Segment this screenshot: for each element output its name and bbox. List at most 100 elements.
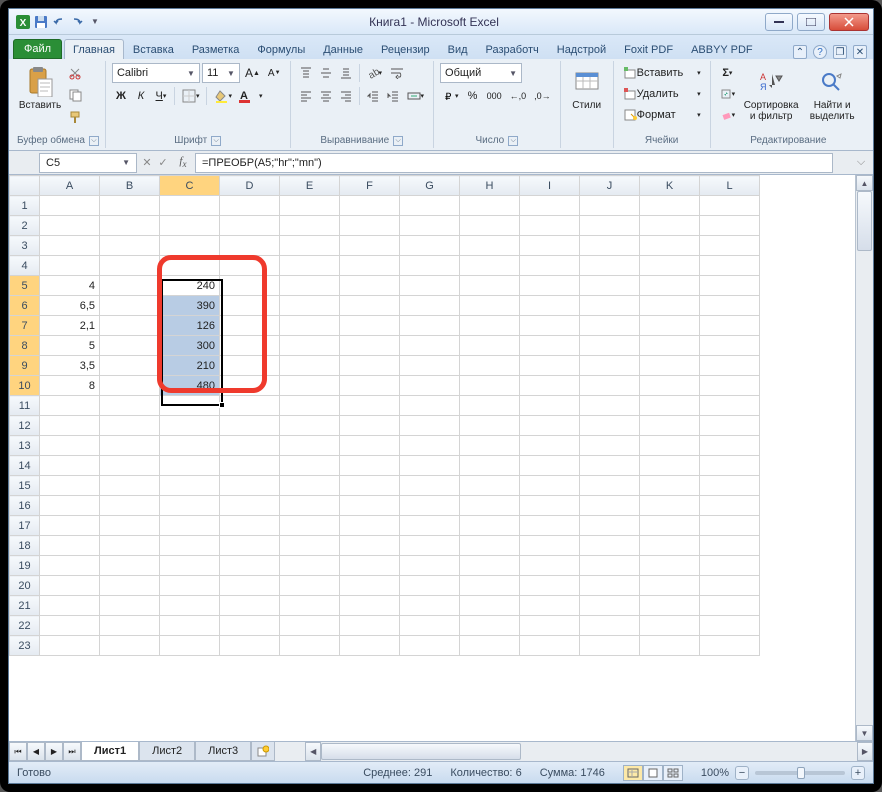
percent-button[interactable]: % xyxy=(464,86,482,106)
column-header[interactable]: B xyxy=(100,176,160,196)
name-box[interactable]: C5▼ xyxy=(39,153,137,173)
wrap-text-button[interactable] xyxy=(387,63,407,83)
cell[interactable] xyxy=(280,436,340,456)
cell[interactable] xyxy=(580,556,640,576)
cell[interactable] xyxy=(520,496,580,516)
cell[interactable] xyxy=(100,196,160,216)
cell[interactable] xyxy=(580,196,640,216)
shrink-font-button[interactable]: A▼ xyxy=(265,63,284,83)
cell[interactable] xyxy=(280,296,340,316)
cell[interactable] xyxy=(220,496,280,516)
cell[interactable] xyxy=(100,516,160,536)
cell[interactable] xyxy=(280,236,340,256)
cell[interactable] xyxy=(700,536,760,556)
cell[interactable] xyxy=(580,396,640,416)
cell[interactable] xyxy=(40,516,100,536)
cell[interactable] xyxy=(520,556,580,576)
cell[interactable] xyxy=(400,516,460,536)
cell[interactable] xyxy=(700,216,760,236)
cell[interactable] xyxy=(400,416,460,436)
cell[interactable] xyxy=(220,236,280,256)
cell[interactable] xyxy=(580,316,640,336)
cell[interactable] xyxy=(520,336,580,356)
cell[interactable] xyxy=(400,436,460,456)
cell[interactable] xyxy=(700,196,760,216)
cell[interactable] xyxy=(280,216,340,236)
cell[interactable] xyxy=(100,616,160,636)
find-select-button[interactable]: Найти и выделить xyxy=(804,63,860,125)
cell[interactable] xyxy=(160,576,220,596)
cell[interactable]: 126 xyxy=(160,316,220,336)
cell[interactable] xyxy=(220,396,280,416)
font-name-combo[interactable]: Calibri▼ xyxy=(112,63,200,83)
cell[interactable] xyxy=(460,636,520,656)
cell[interactable] xyxy=(580,436,640,456)
cell[interactable] xyxy=(460,456,520,476)
cell[interactable] xyxy=(160,536,220,556)
align-right-button[interactable] xyxy=(337,86,355,106)
cell[interactable] xyxy=(280,316,340,336)
cell[interactable] xyxy=(400,296,460,316)
cell[interactable] xyxy=(460,576,520,596)
cell[interactable] xyxy=(640,476,700,496)
row-header[interactable]: 11 xyxy=(10,396,40,416)
tab-home[interactable]: Главная xyxy=(64,39,124,59)
cell[interactable] xyxy=(280,456,340,476)
cell[interactable] xyxy=(220,336,280,356)
font-size-combo[interactable]: 11▼ xyxy=(202,63,240,83)
cell[interactable] xyxy=(700,616,760,636)
cell[interactable] xyxy=(40,196,100,216)
cell[interactable] xyxy=(580,296,640,316)
cell[interactable] xyxy=(580,336,640,356)
cell[interactable] xyxy=(40,476,100,496)
cell[interactable] xyxy=(640,256,700,276)
cell[interactable] xyxy=(460,316,520,336)
cell[interactable] xyxy=(220,296,280,316)
row-header[interactable]: 8 xyxy=(10,336,40,356)
cell[interactable] xyxy=(220,456,280,476)
cell[interactable] xyxy=(640,616,700,636)
cell[interactable] xyxy=(700,636,760,656)
cell[interactable] xyxy=(100,436,160,456)
number-launcher[interactable]: ⌵ xyxy=(508,136,518,146)
cell[interactable] xyxy=(100,356,160,376)
tab-data[interactable]: Данные xyxy=(314,39,372,59)
cell[interactable] xyxy=(40,416,100,436)
cell[interactable] xyxy=(700,276,760,296)
cell[interactable] xyxy=(460,356,520,376)
cell[interactable] xyxy=(640,456,700,476)
cell[interactable] xyxy=(460,196,520,216)
new-sheet-button[interactable] xyxy=(251,742,275,761)
cell[interactable] xyxy=(340,316,400,336)
cell[interactable] xyxy=(640,376,700,396)
cell[interactable] xyxy=(520,596,580,616)
cell[interactable] xyxy=(400,636,460,656)
cell[interactable] xyxy=(340,196,400,216)
cell[interactable] xyxy=(340,216,400,236)
cell[interactable] xyxy=(700,476,760,496)
scroll-left-button[interactable]: ◀ xyxy=(305,742,321,761)
cell[interactable] xyxy=(580,456,640,476)
ribbon-minimize-icon[interactable]: ⌃ xyxy=(793,45,807,59)
tab-nav-last[interactable]: ⏭ xyxy=(63,742,81,761)
cell[interactable] xyxy=(40,496,100,516)
maximize-button[interactable] xyxy=(797,13,825,31)
delete-cells-button[interactable]: Удалить▾ xyxy=(620,84,704,104)
cell[interactable] xyxy=(280,556,340,576)
decrease-decimal-button[interactable]: ,0→ xyxy=(531,86,554,106)
cell[interactable] xyxy=(40,256,100,276)
cell[interactable] xyxy=(640,316,700,336)
cell[interactable]: 5 xyxy=(40,336,100,356)
hscroll-thumb[interactable] xyxy=(321,743,521,760)
cell[interactable] xyxy=(580,576,640,596)
borders-button[interactable]: ▾ xyxy=(179,86,203,106)
cell[interactable] xyxy=(100,256,160,276)
column-header[interactable]: H xyxy=(460,176,520,196)
tab-developer[interactable]: Разработч xyxy=(477,39,548,59)
cell[interactable] xyxy=(340,576,400,596)
row-header[interactable]: 15 xyxy=(10,476,40,496)
cell[interactable] xyxy=(700,316,760,336)
cell[interactable] xyxy=(400,376,460,396)
fill-button[interactable]: ▾ xyxy=(717,84,739,104)
cell[interactable] xyxy=(160,456,220,476)
